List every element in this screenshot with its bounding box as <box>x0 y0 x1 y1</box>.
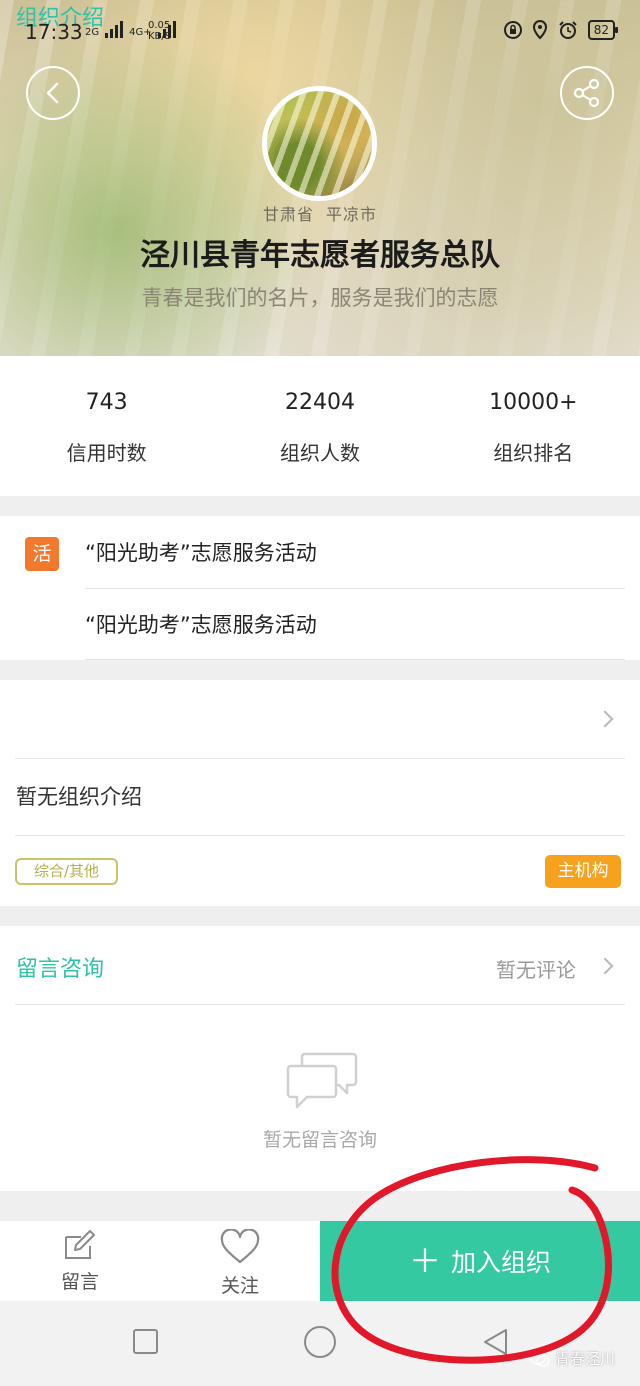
watermark: 青春泾川 <box>530 1348 615 1369</box>
stat-value: 743 <box>85 390 128 415</box>
stat-label: 组织排名 <box>493 441 574 465</box>
org-stats: 743 信用时数 22404 组织人数 10000+ 组织排名 <box>0 356 640 496</box>
divider <box>15 835 625 836</box>
main-org-tag: 主机构 <box>545 855 621 888</box>
activity-badge: 活 <box>25 537 59 571</box>
net-label-1: 2G <box>85 27 100 38</box>
chevron-left-icon <box>46 82 59 104</box>
stat-credit-hours: 743 信用时数 <box>0 356 213 496</box>
join-org-label: 加入组织 <box>451 1248 552 1277</box>
divider <box>15 758 625 759</box>
location-icon <box>532 20 547 40</box>
comments-status[interactable]: 暂无评论 <box>496 954 576 983</box>
stat-member-count: 22404 组织人数 <box>213 356 426 496</box>
net-speed-value: 0.05 <box>148 20 171 31</box>
status-right: 82 <box>503 20 619 40</box>
follow-label: 关注 <box>220 1275 259 1297</box>
lock-icon <box>503 21 522 39</box>
watermark-text: 青春泾川 <box>555 1350 616 1368</box>
org-city: 平凉市 <box>326 205 378 224</box>
empty-comments-text: 暂无留言咨询 <box>262 1129 377 1151</box>
org-intro-text: 暂无组织介绍 <box>16 785 142 809</box>
wechat-icon <box>530 1350 550 1367</box>
status-bar: 17:33 2G 4G+ 0.05 KB/S 82 <box>0 0 640 64</box>
alarm-icon <box>559 21 577 39</box>
org-type-tag: 综合/其他 <box>15 858 118 885</box>
battery-icon: 82 <box>587 20 619 40</box>
comments-title[interactable]: 留言咨询 <box>16 951 104 983</box>
activity-item[interactable]: “阳光助考”志愿服务活动 <box>85 589 625 660</box>
join-org-button[interactable]: ＋ 加入组织 <box>320 1221 640 1301</box>
heart-icon <box>220 1229 260 1264</box>
net-speed-unit: KB/S <box>148 31 172 42</box>
plus-icon: ＋ <box>408 1242 441 1280</box>
back-button[interactable] <box>26 66 80 120</box>
message-label: 留言 <box>60 1271 99 1293</box>
org-slogan: 青春是我们的名片，服务是我们的志愿 <box>141 286 499 310</box>
activity-item[interactable]: “阳光助考”志愿服务活动 <box>85 517 625 589</box>
recent-apps-icon[interactable] <box>133 1329 158 1354</box>
org-avatar <box>262 86 377 201</box>
back-triangle-icon[interactable] <box>480 1327 510 1357</box>
stat-value: 22404 <box>284 390 355 415</box>
status-time: 17:33 <box>25 20 83 44</box>
share-icon <box>573 78 600 108</box>
stat-label: 组织人数 <box>279 441 360 465</box>
activity-list: 活 “阳光助考”志愿服务活动 “阳光助考”志愿服务活动 <box>0 516 640 660</box>
empty-comment-icon <box>286 1052 358 1109</box>
home-icon[interactable] <box>304 1326 336 1358</box>
org-region: 甘肃省 平凉市 <box>0 201 640 225</box>
share-button[interactable] <box>560 66 614 120</box>
net-speed: 0.05 KB/S <box>148 20 171 42</box>
stat-label: 信用时数 <box>66 441 147 465</box>
stat-org-rank: 10000+ 组织排名 <box>427 356 640 496</box>
divider <box>15 1004 625 1005</box>
edit-icon <box>65 1230 95 1259</box>
stat-value: 10000+ <box>489 390 578 415</box>
message-button[interactable]: 留言 <box>30 1221 130 1301</box>
org-province: 甘肃省 <box>262 205 314 224</box>
signal-bars-icon <box>105 20 124 38</box>
org-name: 泾川县青年志愿者服务总队 <box>140 238 500 273</box>
follow-button[interactable]: 关注 <box>190 1221 290 1301</box>
